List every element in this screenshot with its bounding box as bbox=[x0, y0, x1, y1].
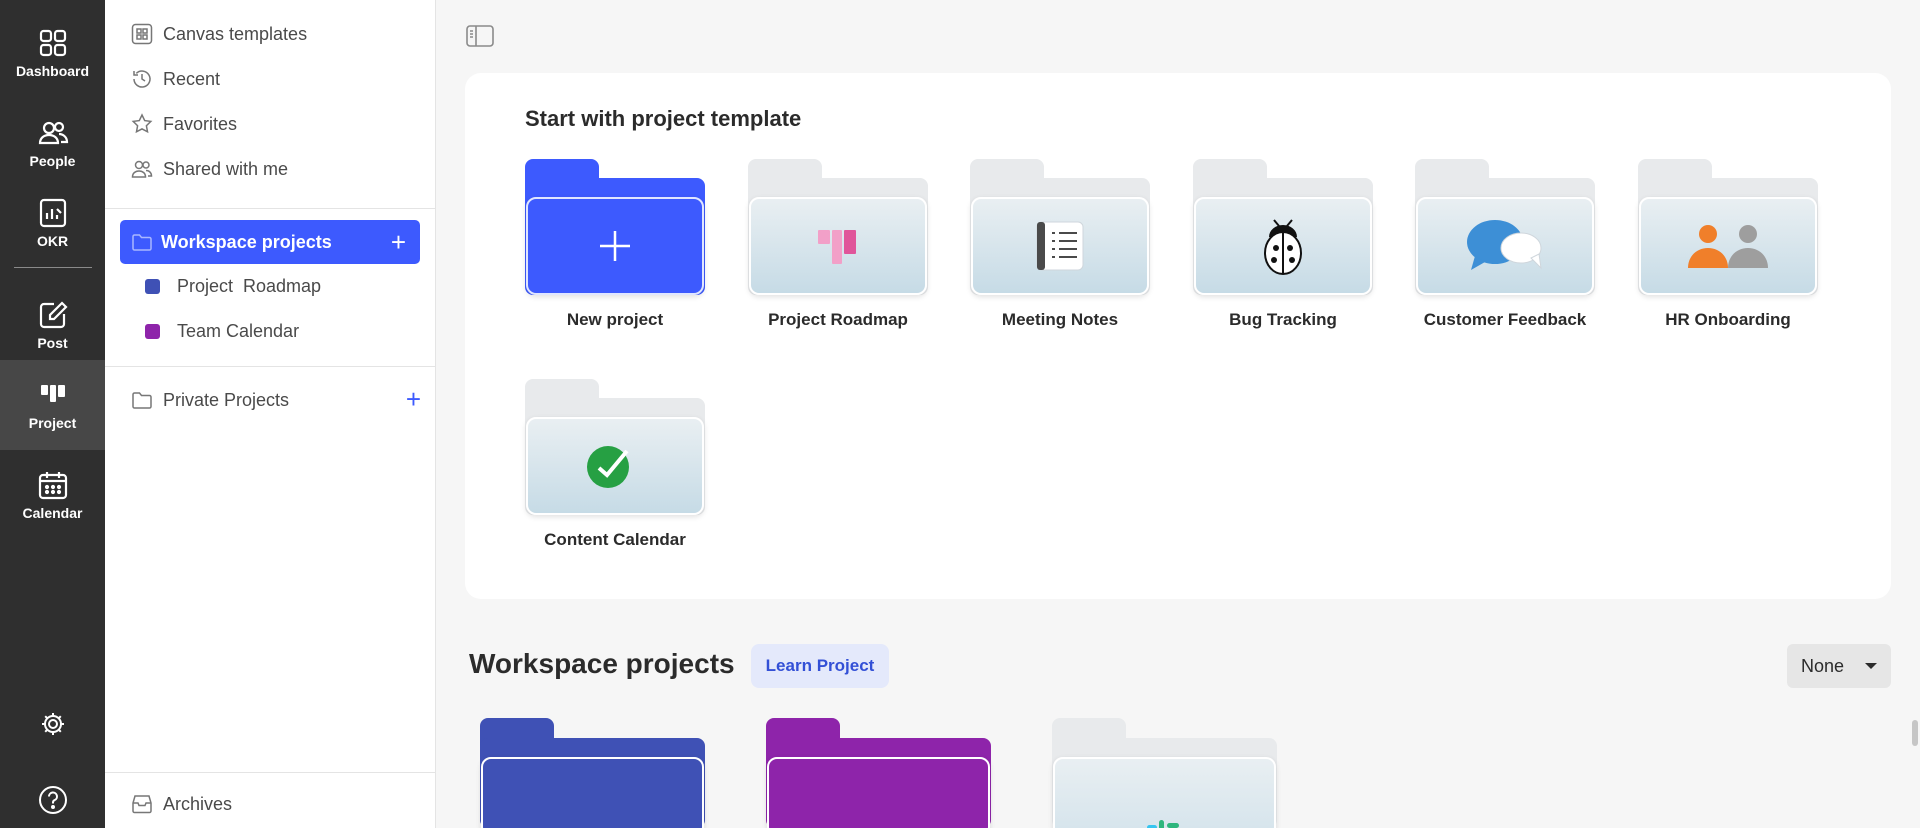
folder-graphic bbox=[525, 159, 705, 295]
template-label: HR Onboarding bbox=[1665, 310, 1791, 329]
folder-graphic bbox=[1415, 159, 1595, 295]
sidebar-item-label: Team Calendar bbox=[177, 320, 300, 341]
sort-dropdown[interactable]: None bbox=[1787, 644, 1891, 688]
workspace-project-folder[interactable] bbox=[1052, 718, 1277, 828]
template-hr-onboarding[interactable]: HR Onboarding bbox=[1638, 159, 1818, 334]
template-section-title: Start with project template bbox=[525, 106, 802, 131]
rail-project-label: Project bbox=[28, 415, 77, 431]
learn-project-button[interactable]: Learn Project bbox=[751, 644, 889, 688]
nav-archives-label: Archives bbox=[163, 793, 233, 814]
folder-icon bbox=[132, 392, 152, 409]
nav-canvas-templates-label: Canvas templates bbox=[163, 23, 308, 44]
rail-okr[interactable]: OKR bbox=[0, 178, 105, 268]
app-rail: Dashboard People OKR Post Project Calend… bbox=[0, 0, 105, 828]
folder-graphic bbox=[748, 159, 928, 295]
rail-okr-label: OKR bbox=[36, 233, 69, 249]
rail-divider bbox=[14, 267, 92, 268]
scrollbar-thumb[interactable] bbox=[1912, 720, 1918, 746]
sidebar-item-project-roadmap[interactable]: Project Roadmap bbox=[145, 271, 321, 301]
sidebar-item-label: Project Roadmap bbox=[177, 275, 322, 296]
template-label: New project bbox=[566, 310, 664, 329]
shared-people-icon bbox=[131, 160, 153, 178]
sidebar-divider bbox=[105, 208, 436, 209]
star-icon bbox=[131, 113, 153, 134]
archive-box-icon bbox=[132, 795, 152, 814]
template-bug-tracking[interactable]: Bug Tracking bbox=[1193, 159, 1373, 334]
rail-dashboard[interactable]: Dashboard bbox=[0, 8, 105, 98]
rail-post[interactable]: Post bbox=[0, 280, 105, 370]
notebook-icon bbox=[1036, 221, 1084, 271]
nav-favorites-label: Favorites bbox=[163, 113, 238, 134]
people-icon bbox=[1688, 225, 1768, 268]
workspace-section-title: Workspace projects bbox=[469, 648, 735, 679]
dashboard-icon bbox=[39, 29, 66, 57]
rail-calendar[interactable]: Calendar bbox=[0, 450, 105, 540]
template-content-calendar[interactable]: Content Calendar bbox=[525, 379, 705, 554]
template-new-project[interactable]: New project bbox=[525, 159, 705, 334]
plus-icon bbox=[600, 231, 630, 261]
template-label: Meeting Notes bbox=[1001, 310, 1119, 329]
calendar-icon bbox=[38, 472, 67, 500]
template-grid-icon bbox=[131, 23, 153, 45]
template-label: Customer Feedback bbox=[1423, 310, 1587, 329]
rail-people-label: People bbox=[29, 153, 76, 169]
color-swatch bbox=[145, 278, 160, 294]
caret-down-icon bbox=[1865, 663, 1877, 669]
check-circle-icon bbox=[587, 446, 629, 488]
template-label: Bug Tracking bbox=[1229, 310, 1337, 329]
rail-project[interactable]: Project bbox=[0, 360, 105, 450]
template-meeting-notes[interactable]: Meeting Notes bbox=[970, 159, 1150, 334]
nav-recent[interactable]: Recent bbox=[131, 64, 220, 94]
private-projects-label: Private Projects bbox=[163, 389, 290, 410]
chat-bubbles-icon bbox=[1467, 220, 1542, 270]
sidebar-divider bbox=[105, 772, 436, 773]
rail-calendar-label: Calendar bbox=[22, 505, 83, 521]
people-icon bbox=[38, 121, 68, 145]
folder-graphic bbox=[525, 379, 705, 515]
folder-graphic bbox=[970, 159, 1150, 295]
folder-graphic bbox=[1638, 159, 1818, 295]
okr-chart-icon bbox=[39, 198, 66, 228]
toggle-sidebar-button[interactable] bbox=[466, 24, 494, 48]
app-logo-icon bbox=[1146, 820, 1179, 828]
private-projects-header[interactable]: Private Projects + bbox=[131, 385, 421, 415]
help-button[interactable] bbox=[0, 775, 105, 825]
project-board-icon bbox=[40, 385, 65, 402]
nav-archives[interactable]: Archives bbox=[131, 789, 232, 819]
rail-dashboard-label: Dashboard bbox=[15, 63, 90, 79]
nav-shared-label: Shared with me bbox=[163, 158, 289, 179]
settings-button[interactable] bbox=[0, 699, 105, 749]
help-icon bbox=[38, 786, 67, 814]
template-project-roadmap[interactable]: Project Roadmap bbox=[748, 159, 928, 334]
folder-graphic bbox=[1193, 159, 1373, 295]
workspace-projects-label: Workspace projects bbox=[161, 231, 332, 252]
workspace-projects-header[interactable]: Workspace projects + bbox=[120, 220, 420, 264]
sort-dropdown-value: None bbox=[1801, 655, 1845, 676]
ladybug-icon bbox=[1264, 219, 1302, 275]
workspace-project-folder[interactable] bbox=[480, 718, 705, 828]
workspace-project-folder[interactable] bbox=[766, 718, 991, 828]
sidebar-divider bbox=[105, 366, 436, 367]
nav-canvas-templates[interactable]: Canvas templates bbox=[131, 19, 307, 49]
sidebar-panel-icon bbox=[466, 25, 494, 47]
sidebar-item-team-calendar[interactable]: Team Calendar bbox=[145, 316, 299, 346]
history-icon bbox=[133, 70, 151, 88]
rail-post-label: Post bbox=[37, 335, 68, 351]
folder-icon bbox=[132, 234, 152, 251]
template-customer-feedback[interactable]: Customer Feedback bbox=[1415, 159, 1595, 334]
edit-post-icon bbox=[39, 301, 68, 329]
gear-icon bbox=[41, 713, 64, 735]
add-workspace-project-button[interactable]: + bbox=[391, 229, 406, 255]
color-swatch bbox=[145, 323, 160, 339]
add-private-project-button[interactable]: + bbox=[406, 386, 421, 412]
nav-favorites[interactable]: Favorites bbox=[131, 109, 237, 139]
template-label: Project Roadmap bbox=[768, 310, 908, 329]
project-sidebar: Canvas templates Recent Favorites Shared… bbox=[105, 0, 436, 828]
nav-shared-with-me[interactable]: Shared with me bbox=[131, 154, 288, 184]
rail-people[interactable]: People bbox=[0, 98, 105, 188]
template-label: Content Calendar bbox=[544, 530, 686, 549]
roadmap-icon bbox=[818, 230, 856, 264]
nav-recent-label: Recent bbox=[163, 68, 221, 89]
